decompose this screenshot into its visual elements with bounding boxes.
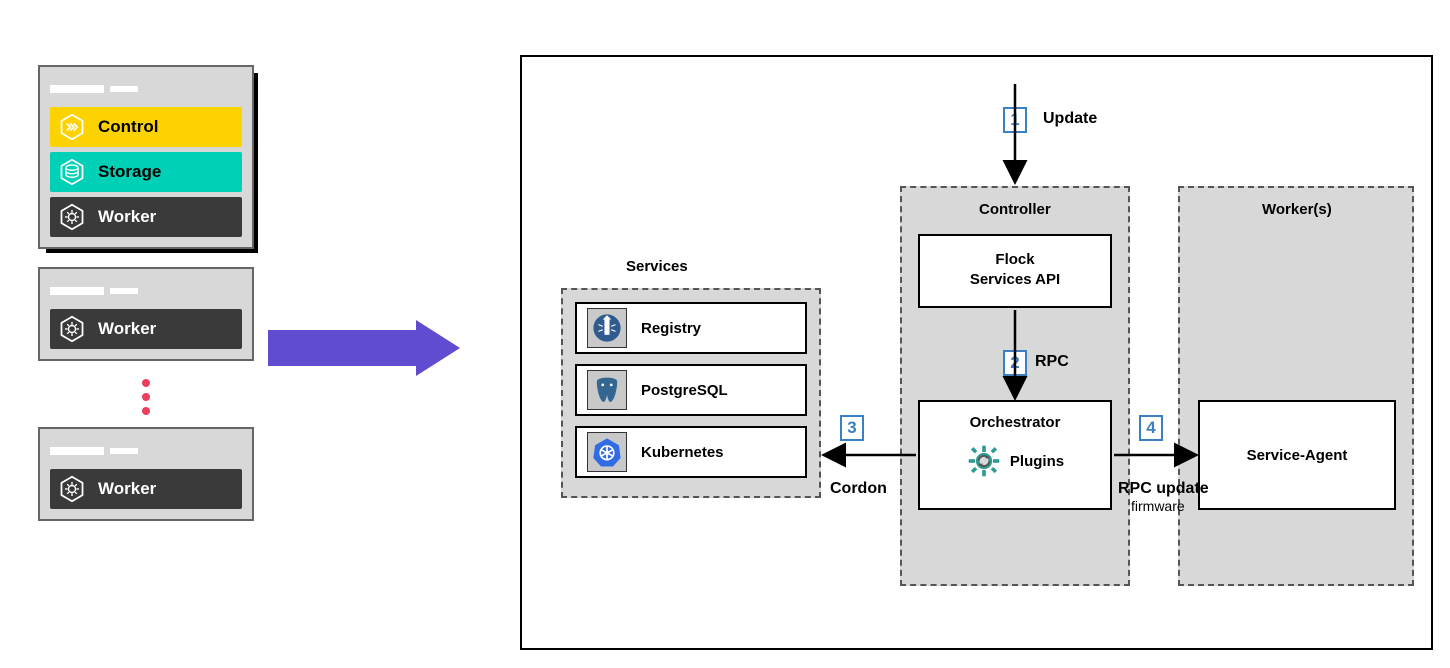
gear-icon [58, 203, 86, 231]
services-title: Services [626, 258, 688, 275]
step-badge-4: 4 [1139, 415, 1163, 441]
controller-title: Controller [979, 201, 1051, 218]
step4-label: RPC update [1118, 480, 1209, 498]
database-icon [58, 158, 86, 186]
service-label: Registry [641, 320, 701, 337]
card-header [50, 439, 242, 463]
vertical-ellipsis-icon [38, 379, 254, 415]
service-registry: Registry [575, 302, 807, 354]
node-row-worker: Worker [50, 469, 242, 509]
step4-sublabel: firmware [1131, 498, 1185, 514]
step-badge-3: 3 [840, 415, 864, 441]
step-badge-2: 2 [1003, 350, 1027, 376]
node-row-storage: Storage [50, 152, 242, 192]
gear-refresh-icon [966, 443, 1002, 479]
flow-arrow-icon [268, 320, 478, 376]
service-label: PostgreSQL [641, 382, 728, 399]
node-row-worker: Worker [50, 197, 242, 237]
lighthouse-icon [587, 308, 627, 348]
cluster-card: Worker [38, 267, 254, 361]
step-badge-1: 1 [1003, 107, 1027, 133]
flock-label-1: Flock [920, 250, 1110, 270]
left-cluster-panel: Control Storage Worker Worker [38, 65, 254, 539]
cluster-card: Control Storage Worker [38, 65, 254, 249]
node-label: Worker [98, 319, 156, 339]
workers-title: Worker(s) [1262, 201, 1332, 218]
kubernetes-icon [587, 432, 627, 472]
node-label: Control [98, 117, 158, 137]
postgresql-icon [587, 370, 627, 410]
gear-icon [58, 475, 86, 503]
workers-box [1178, 186, 1414, 586]
step3-label: Cordon [830, 480, 887, 498]
service-agent-label: Service-Agent [1247, 447, 1348, 464]
card-header [50, 77, 242, 101]
plugins-label: Plugins [1010, 453, 1064, 470]
services-box: Registry PostgreSQL Kubernetes [561, 288, 821, 498]
node-label: Worker [98, 207, 156, 227]
orchestrator-label: Orchestrator [920, 414, 1110, 431]
flock-label-2: Services API [920, 270, 1110, 290]
orchestrator-box: Orchestrator Plugins [918, 400, 1112, 510]
gear-icon [58, 315, 86, 343]
node-label: Storage [98, 162, 161, 182]
cluster-card: Worker [38, 427, 254, 521]
chevrons-icon [58, 113, 86, 141]
service-kubernetes: Kubernetes [575, 426, 807, 478]
service-label: Kubernetes [641, 444, 724, 461]
service-postgresql: PostgreSQL [575, 364, 807, 416]
step2-label: RPC [1035, 353, 1069, 371]
node-row-worker: Worker [50, 309, 242, 349]
node-label: Worker [98, 479, 156, 499]
node-row-control: Control [50, 107, 242, 147]
service-agent-box: Service-Agent [1198, 400, 1396, 510]
card-header [50, 279, 242, 303]
flock-api-box: Flock Services API [918, 234, 1112, 308]
step1-label: Update [1043, 110, 1097, 128]
